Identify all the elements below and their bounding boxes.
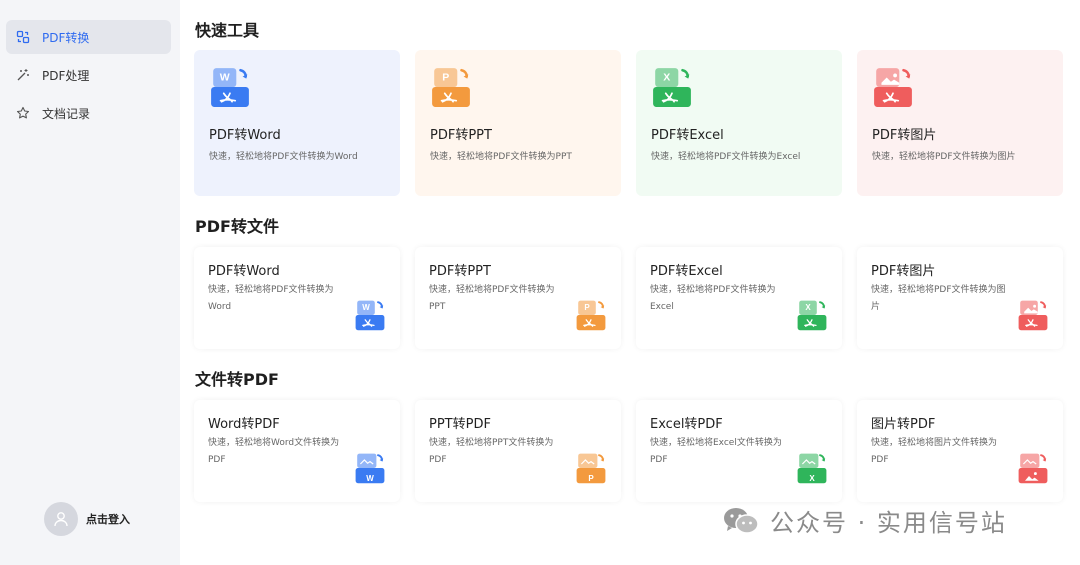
sidebar-item-doc-records[interactable]: 文档记录 bbox=[6, 96, 171, 130]
file-convert-icon: X bbox=[796, 299, 828, 335]
file-convert-icon: X bbox=[796, 452, 828, 488]
to_pdf-card[interactable]: 图片转PDF 快速，轻松地将图片文件转换为PDF bbox=[857, 400, 1063, 502]
avatar bbox=[44, 502, 78, 536]
quick-card[interactable]: P PDF转PPT 快速，轻松地将PDF文件转换为PPT bbox=[415, 50, 621, 196]
card-title: PDF转图片 bbox=[871, 264, 936, 279]
card-description: 快速，轻松地将Excel文件转换为PDF bbox=[650, 438, 782, 465]
file-convert-icon: P bbox=[575, 299, 607, 335]
pdf_to-card[interactable]: X PDF转Excel 快速，轻松地将PDF文件转换为Excel bbox=[636, 247, 842, 349]
svg-text:X: X bbox=[809, 474, 815, 483]
sidebar-item-pdf-process[interactable]: PDF处理 bbox=[6, 58, 171, 92]
section-title-quick: 快速工具 bbox=[195, 21, 260, 40]
magic-wand-icon bbox=[16, 68, 30, 82]
card-description: 快速，轻松地将PDF文件转换为Word bbox=[209, 152, 358, 162]
svg-text:X: X bbox=[663, 72, 670, 84]
card-description: 快速，轻松地将PPT文件转换为PDF bbox=[429, 438, 554, 465]
card-title: PPT转PDF bbox=[429, 417, 491, 432]
card-title: PDF转Word bbox=[208, 264, 280, 279]
login-label: 点击登入 bbox=[86, 513, 130, 526]
to_pdf-card[interactable]: W Word转PDF 快速，轻松地将Word文件转换为PDF bbox=[194, 400, 400, 502]
card-description: 快速，轻松地将PDF文件转换为Word bbox=[208, 285, 334, 312]
file-convert-icon: P bbox=[430, 66, 472, 112]
card-description: 快速，轻松地将PDF文件转换为Excel bbox=[651, 152, 801, 162]
quick-card[interactable]: PDF转图片快速，轻松地将PDF文件转换为图片 bbox=[857, 50, 1063, 196]
wechat-icon bbox=[724, 507, 759, 534]
card-title: PDF转图片 bbox=[872, 128, 937, 143]
sidebar-item-label: PDF处理 bbox=[42, 68, 90, 83]
svg-text:W: W bbox=[366, 474, 374, 483]
card-description: 快速，轻松地将图片文件转换为PDF bbox=[871, 438, 998, 465]
pdf_to-card[interactable]: W PDF转Word 快速，轻松地将PDF文件转换为Word bbox=[194, 247, 400, 349]
file-convert-icon: W bbox=[354, 299, 386, 335]
card-description: 快速，轻松地将PDF文件转换为图片 bbox=[871, 285, 1006, 312]
file-convert-icon bbox=[1017, 299, 1049, 335]
svg-text:X: X bbox=[805, 303, 811, 312]
card-title: PDF转Excel bbox=[651, 128, 724, 143]
sidebar: PDF转换 PDF处理 文档记录 点击登入 bbox=[0, 0, 180, 565]
card-title: PDF转PPT bbox=[430, 128, 492, 143]
file-convert-icon: P bbox=[575, 452, 607, 488]
quick-card[interactable]: X PDF转Excel 快速，轻松地将PDF文件转换为Excel bbox=[636, 50, 842, 196]
sidebar-item-pdf-convert[interactable]: PDF转换 bbox=[6, 20, 171, 54]
card-title: Excel转PDF bbox=[650, 417, 723, 432]
card-title: PDF转Excel bbox=[650, 264, 723, 279]
sidebar-item-label: 文档记录 bbox=[42, 106, 91, 121]
to_pdf-card[interactable]: P PPT转PDF 快速，轻松地将PPT文件转换为PDF bbox=[415, 400, 621, 502]
pdf_to-card[interactable]: PDF转图片快速，轻松地将PDF文件转换为图片 bbox=[857, 247, 1063, 349]
card-title: Word转PDF bbox=[208, 417, 280, 432]
file-convert-icon bbox=[872, 66, 914, 112]
watermark-text: 公众号 · 实用信号站 bbox=[770, 509, 1007, 537]
svg-text:P: P bbox=[588, 474, 594, 483]
quick-card[interactable]: W PDF转Word 快速，轻松地将PDF文件转换为Word bbox=[194, 50, 400, 196]
svg-text:P: P bbox=[442, 72, 449, 84]
file-convert-icon: W bbox=[354, 452, 386, 488]
card-description: 快速，轻松地将PDF文件转换为PPT bbox=[429, 285, 555, 312]
card-title: PDF转PPT bbox=[429, 264, 491, 279]
svg-text:P: P bbox=[584, 303, 590, 312]
sidebar-item-label: PDF转换 bbox=[42, 30, 90, 45]
file-convert-icon: W bbox=[209, 66, 251, 112]
card-description: 快速，轻松地将Word文件转换为PDF bbox=[208, 438, 340, 465]
watermark: 公众号 · 实用信号站 bbox=[722, 503, 1007, 538]
section-title-pdf-to: PDF转文件 bbox=[195, 217, 279, 236]
card-title: PDF转Word bbox=[209, 128, 281, 143]
svg-text:W: W bbox=[362, 303, 370, 312]
card-description: 快速，轻松地将PDF文件转换为Excel bbox=[650, 285, 776, 312]
user-icon bbox=[54, 512, 68, 527]
file-convert-icon: X bbox=[651, 66, 693, 112]
card-description: 快速，轻松地将PDF文件转换为PPT bbox=[430, 152, 572, 162]
login-button[interactable]: 点击登入 bbox=[44, 502, 130, 536]
card-title: 图片转PDF bbox=[871, 417, 936, 432]
file-convert-icon bbox=[1017, 452, 1049, 488]
to_pdf-card[interactable]: X Excel转PDF 快速，轻松地将Excel文件转换为PDF bbox=[636, 400, 842, 502]
card-description: 快速，轻松地将PDF文件转换为图片 bbox=[872, 152, 1016, 162]
svg-text:W: W bbox=[220, 72, 230, 84]
star-icon bbox=[16, 106, 30, 120]
pdf_to-card[interactable]: P PDF转PPT 快速，轻松地将PDF文件转换为PPT bbox=[415, 247, 621, 349]
grid-swap-icon bbox=[16, 30, 30, 44]
section-title-to-pdf: 文件转PDF bbox=[195, 370, 279, 389]
